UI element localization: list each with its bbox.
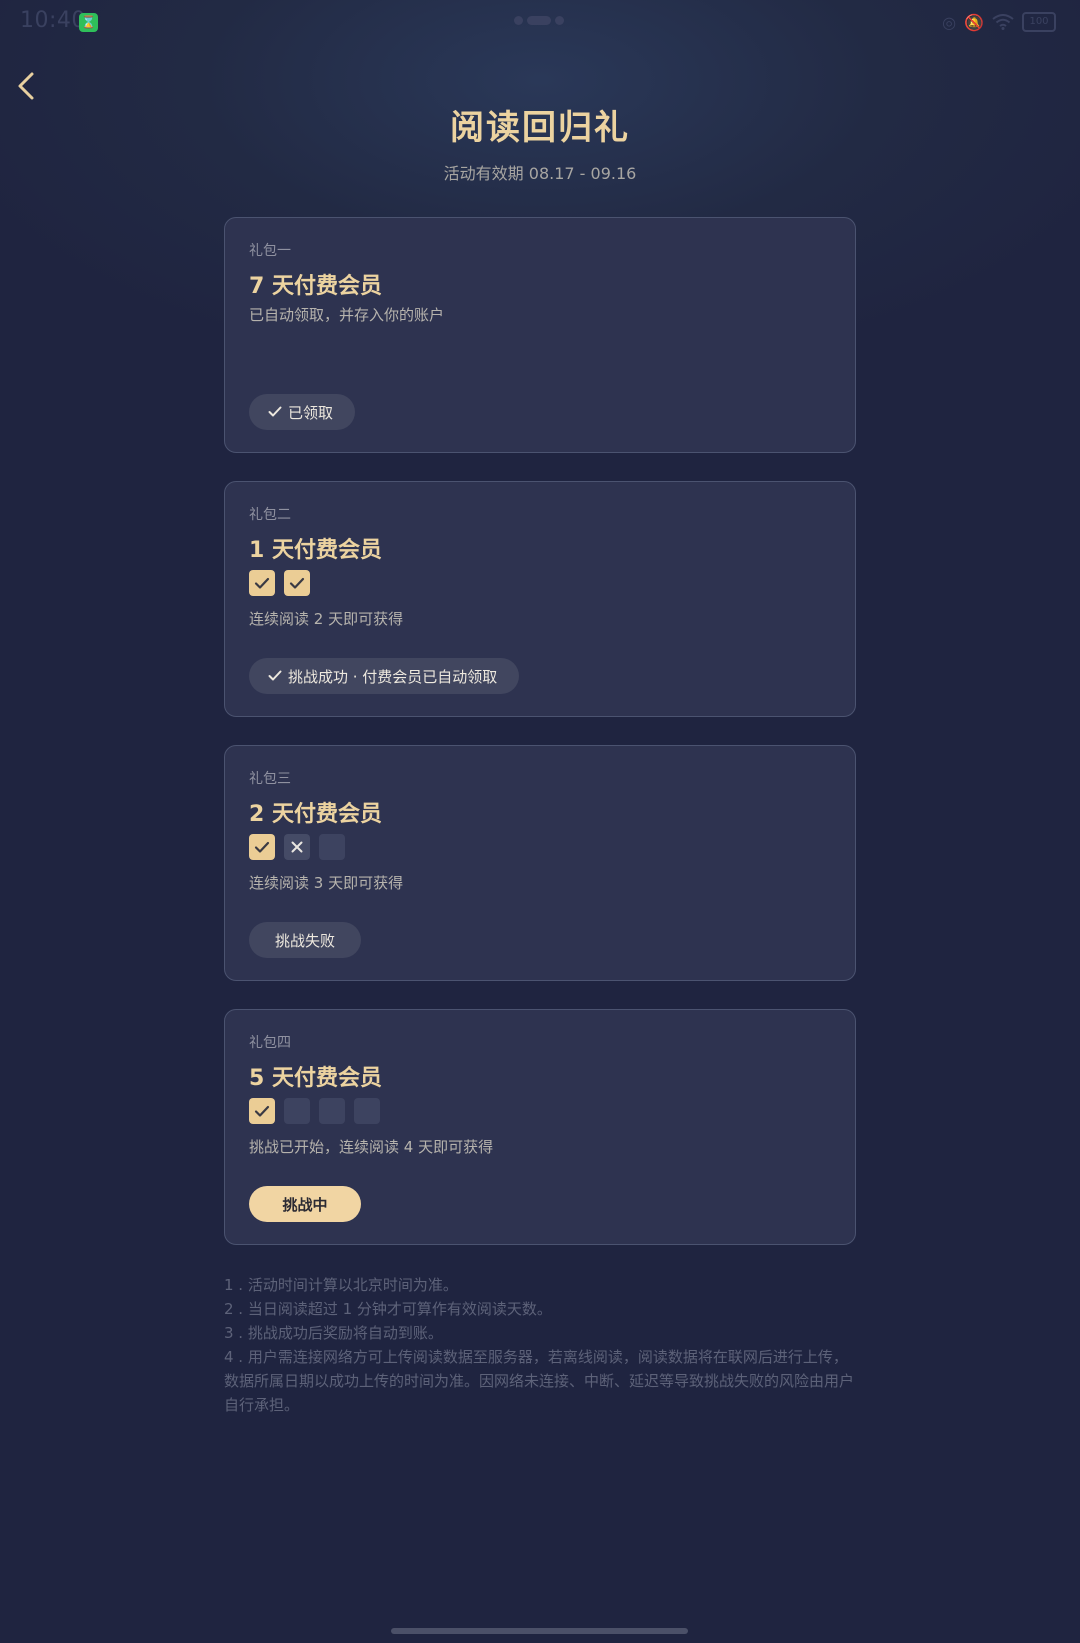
check-icon	[254, 577, 270, 589]
status-icons: ◎ 🔕 100	[942, 12, 1056, 32]
gift-card-3: 礼包三 2 天付费会员 连续阅读 3 天即可获得 挑战失败	[224, 745, 856, 981]
check-icon	[254, 1105, 270, 1117]
gift-status-text: 已领取	[288, 403, 334, 422]
gift-desc: 挑战已开始，连续阅读 4 天即可获得	[249, 1138, 494, 1156]
gift-label: 礼包二	[249, 507, 291, 523]
day-empty-box	[284, 1098, 310, 1124]
rule-item: 2 . 当日阅读超过 1 分钟才可算作有效阅读天数。	[224, 1300, 552, 1318]
multiwindow-indicator[interactable]	[514, 16, 566, 26]
day-done-box	[249, 1098, 275, 1124]
check-icon	[289, 577, 305, 589]
gift-status-pill[interactable]: 挑战失败	[249, 922, 361, 958]
gift-status-pill[interactable]: 挑战成功 · 付费会员已自动领取	[249, 658, 520, 694]
gift-title: 1 天付费会员	[249, 538, 382, 563]
progress-boxes	[249, 834, 345, 860]
day-fail-box	[284, 834, 310, 860]
battery-icon: 100	[1022, 12, 1056, 32]
challenge-in-progress-button[interactable]: 挑战中	[249, 1186, 361, 1222]
check-icon	[268, 670, 282, 682]
status-time: 10:40	[20, 8, 86, 33]
mute-icon: 🔕	[964, 12, 984, 32]
gift-title: 2 天付费会员	[249, 802, 382, 827]
gift-label: 礼包四	[249, 1035, 291, 1051]
day-done-box	[249, 570, 275, 596]
day-done-box	[249, 834, 275, 860]
gift-title: 7 天付费会员	[249, 274, 382, 299]
day-empty-box	[319, 834, 345, 860]
rules-list: 1 . 活动时间计算以北京时间为准。 2 . 当日阅读超过 1 分钟才可算作有效…	[224, 1273, 860, 1417]
gift-card-2: 礼包二 1 天付费会员 连续阅读 2 天即可获得 挑战成功 · 付费会员已自动领…	[224, 481, 856, 717]
check-icon	[268, 406, 282, 418]
activity-period: 活动有效期 08.17 - 09.16	[443, 164, 637, 183]
day-empty-box	[319, 1098, 345, 1124]
gift-label: 礼包一	[249, 243, 291, 259]
status-bar: 10:40 ⌛ ◎ 🔕 100	[0, 0, 1080, 44]
day-done-box	[284, 570, 310, 596]
gift-title: 5 天付费会员	[249, 1066, 382, 1091]
gift-desc: 连续阅读 3 天即可获得	[249, 874, 404, 892]
gift-label: 礼包三	[249, 771, 291, 787]
gift-status-text: 挑战中	[282, 1195, 328, 1214]
gift-desc: 连续阅读 2 天即可获得	[249, 610, 404, 628]
gift-status-text: 挑战成功 · 付费会员已自动领取	[288, 667, 498, 686]
check-icon	[254, 841, 270, 853]
rule-item: 1 . 活动时间计算以北京时间为准。	[224, 1276, 458, 1294]
progress-boxes	[249, 570, 310, 596]
rule-item: 3 . 挑战成功后奖励将自动到账。	[224, 1324, 443, 1342]
gift-card-1: 礼包一 7 天付费会员 已自动领取，并存入你的账户 已领取	[224, 217, 856, 453]
gift-card-4: 礼包四 5 天付费会员 挑战已开始，连续阅读 4 天即可获得 挑战中	[224, 1009, 856, 1245]
home-indicator[interactable]	[391, 1628, 688, 1634]
day-empty-box	[354, 1098, 380, 1124]
gift-status-text: 挑战失败	[274, 931, 335, 950]
progress-boxes	[249, 1098, 380, 1124]
gift-desc: 已自动领取，并存入你的账户	[249, 306, 445, 324]
page-title: 阅读回归礼	[450, 108, 630, 148]
rule-item: 4 . 用户需连接网络方可上传阅读数据至服务器，若离线阅读，阅读数据将在联网后进…	[224, 1348, 855, 1414]
wifi-icon	[992, 14, 1014, 30]
close-icon	[291, 841, 303, 853]
hourglass-icon: ⌛	[79, 13, 98, 32]
nfc-icon: ◎	[942, 12, 957, 32]
gift-status-pill[interactable]: 已领取	[249, 394, 356, 430]
